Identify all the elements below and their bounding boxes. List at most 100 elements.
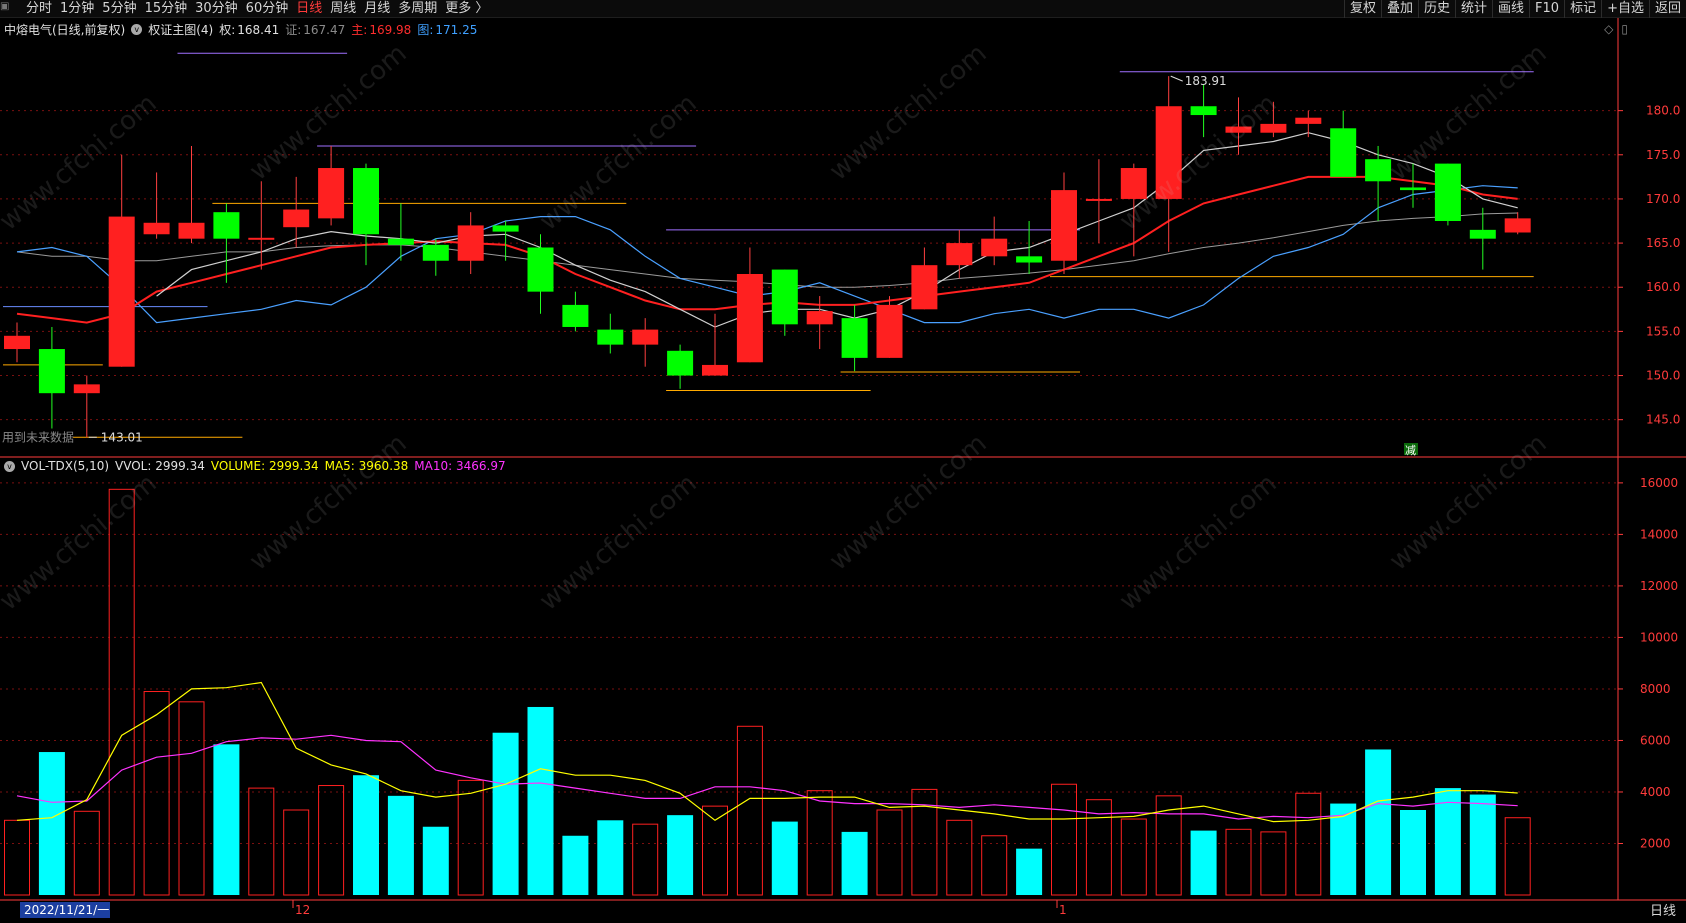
volume-tick-label: 12000 [1640,579,1678,593]
volume-bar [1155,795,1182,896]
vol-indicator-name[interactable]: VOL-TDX(5,10) [21,458,109,474]
candle-body [387,238,414,245]
zhu-label: 主: [351,23,368,37]
candle-body [841,318,868,358]
candle-body [283,209,310,228]
ma-blue-line [16,185,1518,324]
volume-bar [562,835,589,895]
low-label: 143.01 [101,430,143,444]
candle-body [1051,190,1077,261]
vol-ma5-line [16,681,1518,823]
watermark-text: www.cfchi.com [824,429,993,577]
candle-body [457,225,484,261]
volume-bar [73,810,100,896]
zheng-label: 证: [285,23,302,37]
volume-bar [38,752,65,895]
vvol-value: VVOL: 2999.34 [115,459,205,473]
volume-header: v VOL-TDX(5,10) VVOL: 2999.34 VOLUME: 29… [4,458,512,474]
volume-bar [1016,848,1043,895]
volume-bar [248,787,275,896]
jian-label: 减 [1405,444,1416,457]
volume-bar [1434,788,1461,895]
volume-bar [1190,830,1217,895]
volume-bar [1504,817,1531,896]
volume-tick-label: 4000 [1640,785,1671,799]
stock-name: 中熔电气(日线,前复权) [4,23,126,37]
period-daily-button[interactable]: 日线 [1644,903,1682,921]
volume-bar [1295,792,1322,896]
volume-bar [981,835,1008,896]
window-icon[interactable]: ▯ [1621,22,1628,36]
price-tick-label: 175.0 [1646,148,1680,162]
volume-bar [702,805,728,896]
volume-bar [736,725,763,896]
volume-bar [283,809,310,896]
candle-body [1330,128,1357,177]
candle-body [1469,229,1496,239]
date-cursor-label: 2022/11/21/一 [24,903,109,917]
candle-body [353,168,379,235]
candle-body [1016,256,1043,263]
candles-group [4,76,1531,438]
volume-bar [1260,831,1287,896]
ma-gray-line [16,212,1518,288]
candle-body [213,212,240,239]
volume-bar [806,790,833,896]
volume-bar [422,826,449,895]
candle-body [1190,106,1217,116]
vol-ma10-line [16,734,1518,820]
volume-bar [178,701,205,896]
vol-indicator-toggle-icon[interactable]: v [4,461,15,472]
candle-body [562,304,589,327]
month-1-label: 1 [1059,903,1067,917]
vol-ma5-value: MA5: 3960.38 [324,459,409,473]
ma-red-line [16,175,1518,324]
volume-bar [387,795,414,895]
candle-body [597,329,624,345]
volume-bar [143,691,170,896]
candle-body [492,225,519,232]
quan-label: 权: [219,23,236,37]
volume-bar [318,785,345,896]
candle-body [248,237,275,240]
high-label: 183.91 [1185,74,1227,88]
candle-body [632,329,659,345]
zhu-value: 169.98 [369,23,412,37]
volume-tick-label: 2000 [1640,836,1671,850]
price-tick-label: 145.0 [1646,413,1680,427]
zheng-value: 167.47 [303,23,346,37]
candle-body [178,222,205,239]
price-tick-label: 150.0 [1646,369,1680,383]
price-tick-label: 165.0 [1646,236,1680,250]
candle-body [911,265,938,310]
candle-body [527,247,554,292]
candle-body [1434,163,1461,222]
volume-bar [632,823,659,896]
candle-body [73,384,100,394]
diamond-icon[interactable]: ◇ [1604,22,1613,36]
watermark-text: www.cfchi.com [534,469,703,617]
volume-bar [1400,810,1426,895]
quan-value: 168.41 [237,23,280,37]
candle-body [1504,218,1531,233]
price-tick-label: 180.0 [1646,104,1680,118]
candle-body [422,244,449,261]
volume-bar [771,821,798,895]
indicator-toggle-icon[interactable]: v [131,24,143,35]
tu-value: 171.25 [435,23,478,37]
volume-bars-group [4,488,1531,896]
candle-body [1085,198,1112,201]
volume-value: VOLUME: 2999.34 [210,459,319,473]
price-tick-label: 160.0 [1646,280,1680,294]
candle-body [108,216,135,367]
main-indicator-name[interactable]: 权证主图(4) [148,21,213,39]
volume-tick-label: 10000 [1640,630,1678,644]
volume-bar [876,809,903,896]
volume-bar [457,779,484,896]
candle-body [1400,187,1426,191]
volume-bar [1225,828,1252,896]
volume-bar [213,744,240,895]
price-tick-label: 155.0 [1646,324,1680,338]
volume-bar [1365,749,1392,895]
candle-body [4,335,30,350]
